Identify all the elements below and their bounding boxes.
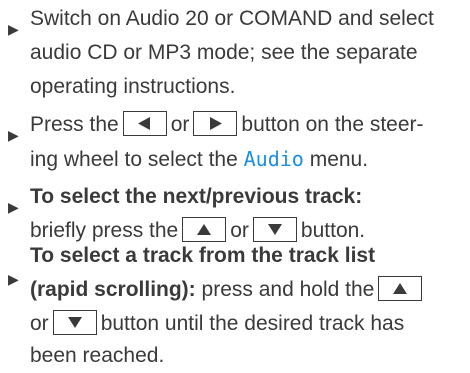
step-4-heading-line-1: To select a track from the track list xyxy=(30,244,376,267)
step-4-line-3: or button until the desired track has xyxy=(30,307,404,341)
step-2-text-b: or xyxy=(170,113,190,136)
step-4-text-a: press and hold the xyxy=(201,278,375,301)
left-arrow-button-icon xyxy=(122,110,167,136)
step-3-heading: To select the next/previous track: xyxy=(30,185,363,208)
step-2-text-e: menu. xyxy=(309,148,369,171)
step-4-line-2: (rapid scrolling): press and hold the xyxy=(30,273,426,307)
step-bullet-icon: ▶ xyxy=(8,199,19,215)
step-4-text-c: button until the desired track has xyxy=(100,312,405,335)
step-4-text-b: or xyxy=(30,312,49,335)
step-bullet-icon: ▶ xyxy=(8,127,19,143)
step-bullet-icon: ▶ xyxy=(8,271,19,287)
up-arrow-button-icon xyxy=(378,275,423,301)
step-bullet-icon: ▶ xyxy=(8,21,19,37)
step-1-line-2: audio CD or MP3 mode; see the separate xyxy=(30,41,418,64)
right-arrow-button-icon xyxy=(193,110,238,136)
step-4-line-4: been reached. xyxy=(30,344,165,367)
step-2-line-1: Press the or button on the steer- xyxy=(30,108,424,142)
step-1-line-1: Switch on Audio 20 or COMAND and select xyxy=(30,7,434,30)
step-1-line-3: operating instructions. xyxy=(30,75,236,98)
step-2-line-2: ing wheel to select the Audio menu. xyxy=(30,142,368,177)
step-2-text-c: button on the steer- xyxy=(241,113,424,136)
down-arrow-button-icon xyxy=(52,309,97,335)
audio-menu-label: Audio xyxy=(243,147,304,171)
step-2-text-a: Press the xyxy=(30,113,119,136)
step-4-heading-line-2: (rapid scrolling): xyxy=(30,278,196,301)
step-2-text-d: ing wheel to select the xyxy=(30,148,238,171)
